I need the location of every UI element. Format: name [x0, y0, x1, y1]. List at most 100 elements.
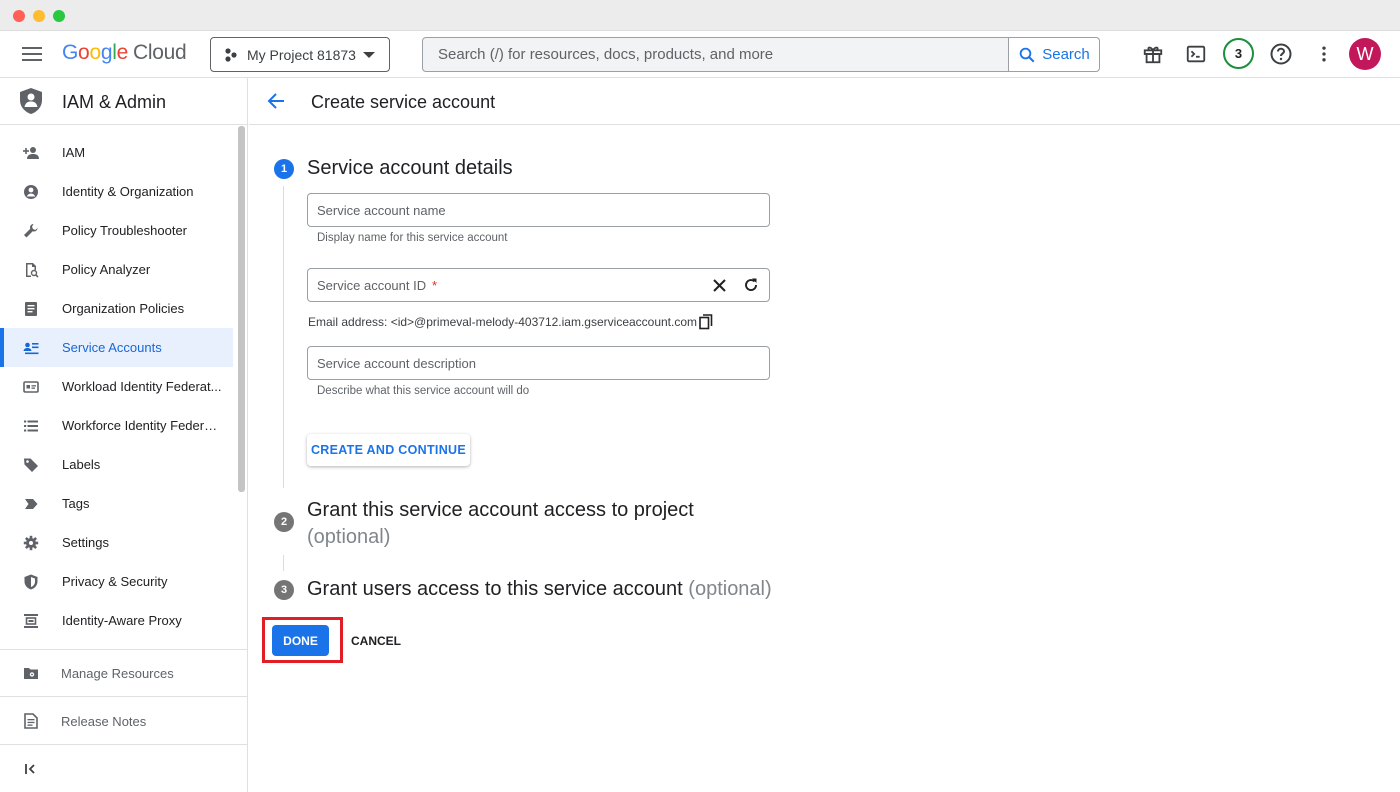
sidebar-item-iam[interactable]: IAM [0, 133, 233, 172]
sidebar-item-label: Organization Policies [62, 301, 185, 316]
sidebar-item-label: Settings [62, 535, 109, 550]
logo-cloud-text: Cloud [132, 41, 187, 64]
sidebar-item-label: Labels [62, 457, 101, 472]
done-button[interactable]: DONE [272, 625, 329, 656]
name-hint: Display name for this service account [317, 232, 508, 244]
sidebar-item-service-accounts[interactable]: Service Accounts [0, 328, 233, 367]
sidebar-title: IAM & Admin [62, 92, 167, 112]
service-account-name-input[interactable] [308, 202, 688, 218]
search-input[interactable] [423, 38, 1008, 71]
step-3-title[interactable]: Grant users access to this service accou… [307, 578, 772, 601]
sidebar-item-identity-organization[interactable]: Identity & Organization [0, 172, 233, 211]
step-3-indicator: 3 [274, 580, 294, 600]
sidebar-item-workload-identity-federation[interactable]: Workload Identity Federat... [0, 367, 233, 406]
sidebar-item-label: Privacy & Security [62, 574, 168, 589]
back-arrow-icon[interactable] [266, 91, 286, 111]
menu-icon[interactable] [22, 45, 42, 63]
sidebar-divider [0, 696, 248, 697]
window-titlebar [0, 0, 1400, 31]
id-card-icon [23, 381, 39, 393]
cancel-button[interactable]: CANCEL [346, 625, 406, 656]
iam-shield-icon [20, 88, 42, 114]
person-add-icon [23, 147, 39, 159]
sidebar: IAM & Admin IAM Identity & Organization … [0, 78, 248, 792]
refresh-icon[interactable] [743, 277, 759, 293]
gift-icon[interactable] [1140, 41, 1166, 67]
sidebar-item-organization-policies[interactable]: Organization Policies [0, 289, 233, 328]
google-cloud-logo[interactable]: Google Cloud [62, 41, 187, 65]
service-account-description-input[interactable] [308, 355, 688, 371]
step-1-title: Service account details [307, 157, 513, 179]
account-circle-icon [24, 185, 38, 199]
manage-resources-link[interactable]: Manage Resources [0, 650, 248, 696]
help-icon[interactable] [1268, 41, 1294, 67]
top-header: GoogleCloud My Project 81873 Search 3 W [0, 31, 1400, 78]
sidebar-item-workforce-identity-federation[interactable]: Workforce Identity Federa... [0, 406, 233, 445]
sidebar-item-privacy-security[interactable]: Privacy & Security [0, 562, 233, 601]
document-search-icon [26, 263, 39, 278]
step-1-indicator: 1 [274, 159, 294, 179]
search-icon [1019, 47, 1035, 62]
sidebar-item-label: Identity & Organization [62, 184, 194, 199]
sidebar-item-label: Service Accounts [62, 340, 162, 355]
search-button-label: Search [1042, 46, 1090, 63]
close-window-button[interactable] [13, 10, 25, 22]
sidebar-item-label: Tags [62, 496, 90, 511]
create-and-continue-button[interactable]: CREATE AND CONTINUE [307, 434, 470, 466]
sidebar-item-policy-troubleshooter[interactable]: Policy Troubleshooter [0, 211, 233, 250]
sidebar-item-labels[interactable]: Labels [0, 445, 233, 484]
copy-icon[interactable] [699, 314, 713, 330]
tag-icon [25, 499, 38, 509]
caret-down-icon [363, 52, 375, 58]
sidebar-nav: IAM Identity & Organization Policy Troub… [0, 133, 233, 640]
sidebar-header: IAM & Admin [0, 78, 247, 125]
policy-document-icon [25, 302, 37, 316]
service-account-id-field: * [307, 268, 770, 302]
page-title: Create service account [311, 92, 496, 112]
sidebar-item-label: Policy Analyzer [62, 262, 151, 277]
sidebar-item-identity-aware-proxy[interactable]: Identity-Aware Proxy [0, 601, 233, 640]
service-account-name-field [307, 193, 770, 227]
step-2-indicator: 2 [274, 512, 294, 532]
sidebar-item-label: Workload Identity Federat... [62, 379, 222, 394]
project-icon [225, 47, 237, 62]
sidebar-item-settings[interactable]: Settings [0, 523, 233, 562]
collapse-icon [25, 764, 35, 774]
sidebar-item-label: IAM [62, 145, 86, 160]
sidebar-item-label: Workforce Identity Federa... [62, 418, 222, 433]
service-account-description-field [307, 346, 770, 380]
main-header: Create service account [249, 78, 1400, 125]
search-button[interactable]: Search [1008, 38, 1099, 71]
shield-icon [24, 574, 38, 590]
step-3-title-text: Grant users access to this service accou… [307, 578, 683, 600]
service-account-id-input[interactable] [308, 277, 688, 293]
step-2-title[interactable]: Grant this service account access to pro… [307, 497, 727, 551]
release-notes-icon [24, 713, 38, 729]
notifications-badge[interactable]: 3 [1223, 38, 1254, 69]
gear-icon [23, 535, 39, 551]
step-2-optional: (optional) [307, 526, 391, 548]
more-vert-icon[interactable] [1311, 41, 1337, 67]
stepper-line [283, 555, 284, 571]
required-asterisk: * [432, 278, 438, 293]
cloud-shell-icon[interactable] [1183, 41, 1209, 67]
release-notes-link[interactable]: Release Notes [0, 698, 248, 744]
sidebar-item-policy-analyzer[interactable]: Policy Analyzer [0, 250, 233, 289]
release-notes-label: Release Notes [61, 714, 147, 729]
sidebar-item-label: Identity-Aware Proxy [62, 613, 182, 628]
sidebar-item-tags[interactable]: Tags [0, 484, 233, 523]
proxy-icon [24, 614, 38, 628]
sidebar-scrollbar[interactable] [238, 126, 245, 492]
label-icon [24, 458, 38, 472]
avatar[interactable]: W [1349, 38, 1381, 70]
stepper-line [283, 186, 284, 488]
collapse-sidebar-button[interactable] [0, 745, 248, 791]
email-address-text: Email address: <id>@primeval-melody-4037… [308, 315, 698, 329]
minimize-window-button[interactable] [33, 10, 45, 22]
sidebar-item-label: Policy Troubleshooter [62, 223, 188, 238]
project-picker[interactable]: My Project 81873 [210, 37, 390, 72]
clear-icon[interactable] [712, 278, 727, 293]
description-hint: Describe what this service account will … [317, 385, 530, 397]
step-2-title-text: Grant this service account access to pro… [307, 499, 694, 521]
maximize-window-button[interactable] [53, 10, 65, 22]
